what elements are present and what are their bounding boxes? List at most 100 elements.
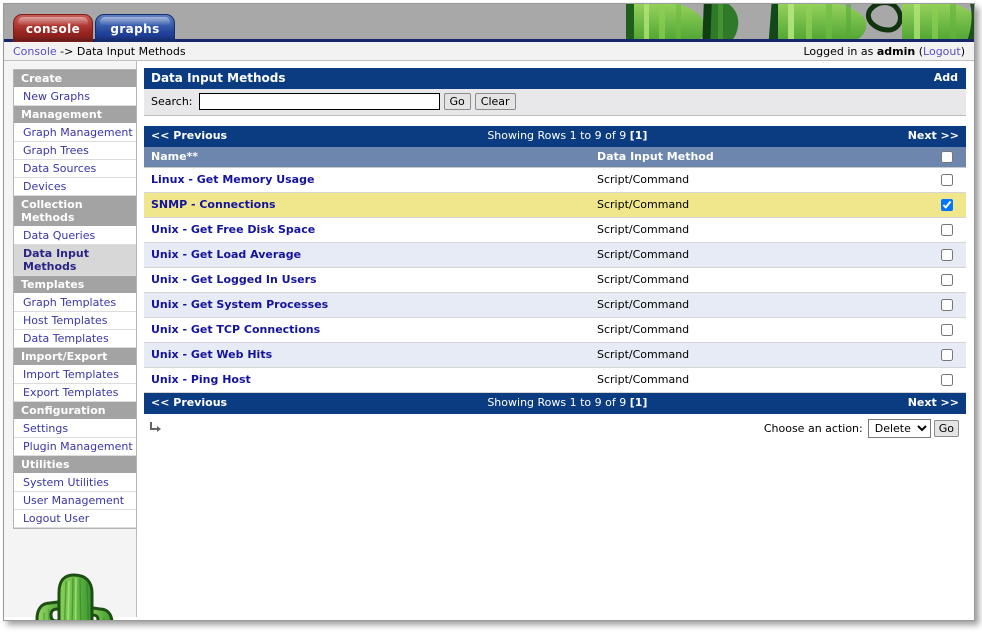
cell-select [934, 367, 966, 393]
cell-name: Unix - Get System Processes [144, 292, 590, 318]
sidebar-item-data-input-methods[interactable]: Data Input Methods [14, 245, 136, 276]
search-go-button[interactable]: Go [443, 93, 471, 110]
sidebar-group-header: Create [14, 70, 136, 88]
row-select-checkbox[interactable] [941, 324, 953, 336]
action-select[interactable]: Delete [867, 419, 931, 438]
column-header-data-input-method[interactable]: Data Input Method [590, 147, 934, 168]
data-input-method-link[interactable]: Unix - Get Free Disk Space [151, 223, 315, 236]
cell-data-input-method: Script/Command [590, 267, 934, 293]
pagination-top: << Previous Showing Rows 1 to 9 of 9 [1]… [144, 126, 966, 147]
sidebar-group-header: Management [14, 106, 136, 124]
search-bar: Search: Go Clear [144, 89, 966, 116]
table-row[interactable]: Unix - Get Load Average Script/Command [144, 242, 966, 268]
data-input-method-link[interactable]: Unix - Get Load Average [151, 248, 301, 261]
cell-data-input-method: Script/Command [590, 367, 934, 393]
current-page-bottom[interactable]: [1] [630, 396, 648, 409]
status-bar: Console -> Data Input Methods Logged in … [4, 42, 974, 61]
column-header-name[interactable]: Name** [144, 147, 590, 168]
data-input-method-link[interactable]: Unix - Ping Host [151, 373, 251, 386]
row-select-checkbox[interactable] [941, 374, 953, 386]
data-input-method-link[interactable]: Unix - Get System Processes [151, 298, 328, 311]
cell-select [934, 192, 966, 218]
cell-name: Unix - Get Free Disk Space [144, 217, 590, 243]
tab-graphs[interactable]: graphs [95, 14, 175, 42]
data-input-method-link[interactable]: Unix - Get Web Hits [151, 348, 272, 361]
sidebar-item-import-templates[interactable]: Import Templates [14, 366, 136, 384]
sidebar-item-devices[interactable]: Devices [14, 178, 136, 196]
logged-in-as: Logged in as admin (Logout) [803, 45, 965, 58]
sidebar-item-user-management[interactable]: User Management [14, 492, 136, 510]
sidebar-item-graph-templates[interactable]: Graph Templates [14, 294, 136, 312]
sidebar-item-new-graphs[interactable]: New Graphs [14, 88, 136, 106]
cacti-logo [13, 569, 136, 620]
logout-link[interactable]: Logout [923, 45, 961, 58]
cell-name: Unix - Get Web Hits [144, 342, 590, 368]
tab-console-label: console [25, 22, 81, 36]
logged-in-username: admin [876, 44, 916, 58]
sidebar-item-logout-user[interactable]: Logout User [14, 510, 136, 528]
add-link[interactable]: Add [934, 71, 958, 85]
data-input-method-link[interactable]: Unix - Get TCP Connections [151, 323, 320, 336]
sidebar-group-header: Utilities [14, 456, 136, 474]
cell-name: Unix - Get TCP Connections [144, 317, 590, 343]
sidebar-item-system-utilities[interactable]: System Utilities [14, 474, 136, 492]
sidebar-item-graph-trees[interactable]: Graph Trees [14, 142, 136, 160]
sidebar-item-host-templates[interactable]: Host Templates [14, 312, 136, 330]
next-link-top[interactable]: Next >> [908, 129, 959, 143]
cacti-banner-image [626, 4, 974, 42]
table-row[interactable]: Unix - Get Free Disk Space Script/Command [144, 217, 966, 243]
sidebar-item-export-templates[interactable]: Export Templates [14, 384, 136, 402]
sidebar-menu: Create New Graphs Management Graph Manageme… [13, 69, 137, 529]
row-select-checkbox[interactable] [941, 199, 953, 211]
select-all-checkbox[interactable] [941, 151, 953, 163]
action-bar: Choose an action: Delete Go [144, 414, 966, 444]
page-title: Data Input Methods [151, 71, 286, 85]
row-select-checkbox[interactable] [941, 299, 953, 311]
table-row[interactable]: SNMP - Connections Script/Command [144, 192, 966, 218]
cell-name: Linux - Get Memory Usage [144, 167, 590, 193]
panel-spacer-top [144, 116, 966, 126]
row-select-checkbox[interactable] [941, 349, 953, 361]
sidebar-item-data-templates[interactable]: Data Templates [14, 330, 136, 348]
data-input-methods-panel: Data Input Methods Add Search: Go Clear … [144, 68, 966, 444]
cell-data-input-method: Script/Command [590, 292, 934, 318]
sidebar-item-data-sources[interactable]: Data Sources [14, 160, 136, 178]
screenshot-root: console graphs Console -> Data Input Met… [0, 0, 982, 634]
table-row[interactable]: Unix - Ping Host Script/Command [144, 367, 966, 393]
previous-link-bottom[interactable]: << Previous [151, 396, 227, 410]
table-row[interactable]: Unix - Get Logged In Users Script/Command [144, 267, 966, 293]
cell-select [934, 167, 966, 193]
cell-name: SNMP - Connections [144, 192, 590, 218]
next-link-bottom[interactable]: Next >> [908, 396, 959, 410]
main-tabs[interactable]: console graphs [13, 14, 177, 42]
data-input-method-link[interactable]: Unix - Get Logged In Users [151, 273, 317, 286]
breadcrumb-current: Data Input Methods [76, 44, 186, 58]
current-page-top[interactable]: [1] [630, 129, 648, 142]
table-row[interactable]: Linux - Get Memory Usage Script/Command [144, 167, 966, 193]
previous-link-top[interactable]: << Previous [151, 129, 227, 143]
table-row[interactable]: Unix - Get System Processes Script/Comman… [144, 292, 966, 318]
row-select-checkbox[interactable] [941, 249, 953, 261]
tab-console[interactable]: console [13, 14, 93, 42]
showing-rows-text-bottom: Showing Rows 1 to 9 of 9 [487, 396, 630, 409]
data-input-method-link[interactable]: SNMP - Connections [151, 198, 276, 211]
sidebar-item-plugin-management[interactable]: Plugin Management [14, 438, 136, 456]
data-input-method-link[interactable]: Linux - Get Memory Usage [151, 173, 314, 186]
breadcrumb: Console -> Data Input Methods [13, 45, 186, 58]
showing-rows-bottom: Showing Rows 1 to 9 of 9 [1] [227, 396, 908, 410]
table-head: Name** Data Input Method [144, 147, 966, 168]
row-select-checkbox[interactable] [941, 174, 953, 186]
row-select-checkbox[interactable] [941, 224, 953, 236]
action-go-button[interactable]: Go [933, 420, 959, 437]
cell-data-input-method: Script/Command [590, 242, 934, 268]
row-select-checkbox[interactable] [941, 274, 953, 286]
table-row[interactable]: Unix - Get Web Hits Script/Command [144, 342, 966, 368]
search-input[interactable] [198, 93, 440, 110]
sidebar-item-data-queries[interactable]: Data Queries [14, 227, 136, 245]
page-body: Create New Graphs Management Graph Manageme… [4, 61, 974, 620]
table-row[interactable]: Unix - Get TCP Connections Script/Command [144, 317, 966, 343]
breadcrumb-link-console[interactable]: Console [13, 45, 57, 58]
search-clear-button[interactable]: Clear [474, 93, 516, 110]
sidebar-item-settings[interactable]: Settings [14, 420, 136, 438]
sidebar-item-graph-management[interactable]: Graph Management [14, 124, 136, 142]
